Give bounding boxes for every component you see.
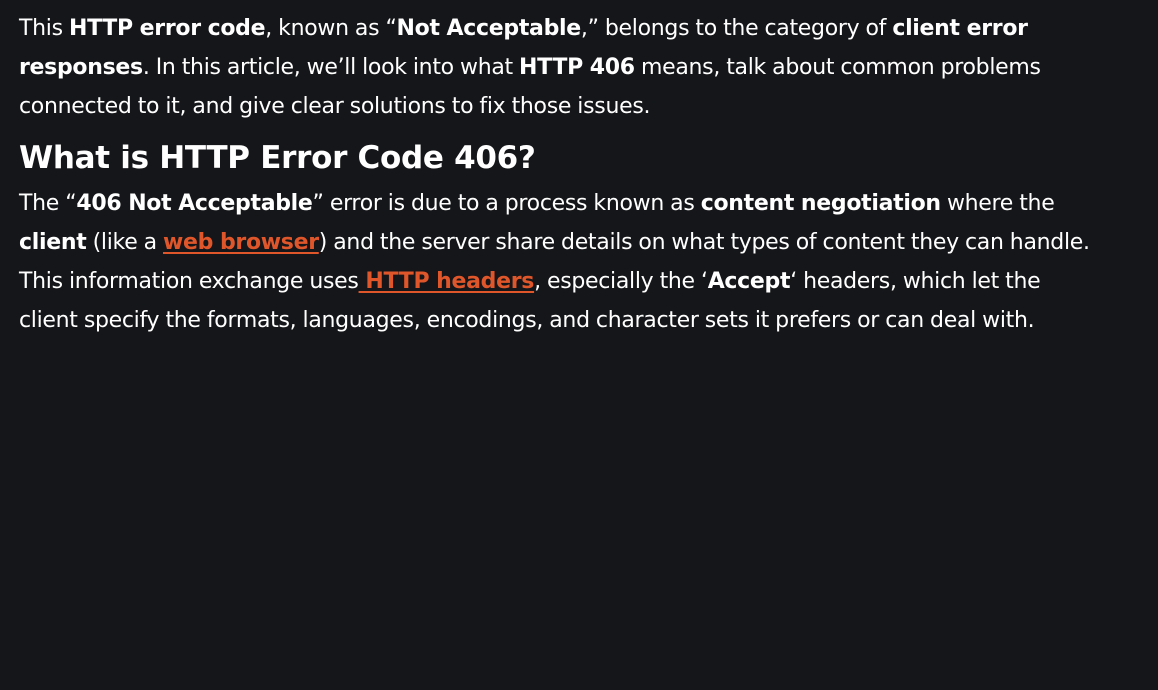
intro-bold-http-error-code: HTTP error code xyxy=(68,16,266,41)
body-text-6: , especially the ‘ xyxy=(534,269,708,294)
body-paragraph: The “406 Not Acceptable” error is due to… xyxy=(19,184,1099,340)
body-text-2: ” error is due to a process known as xyxy=(312,191,701,216)
intro-text-4: . In this article, we’ll look into what xyxy=(142,55,520,80)
intro-paragraph: This HTTP error code, known as “Not Acce… xyxy=(19,9,1099,126)
body-text-4: (like a xyxy=(86,230,163,255)
body-bold-content-negotiation: content negotiation xyxy=(700,191,941,216)
body-bold-406-not-acceptable: 406 Not Acceptable xyxy=(76,191,313,216)
section-heading: What is HTTP Error Code 406? xyxy=(19,140,536,176)
intro-text-2: , known as “ xyxy=(265,16,397,41)
article: This HTTP error code, known as “Not Acce… xyxy=(19,9,1099,340)
body-text-1: The “ xyxy=(19,191,77,216)
web-browser-link[interactable]: web browser xyxy=(163,230,319,255)
body-bold-accept: Accept xyxy=(707,269,791,294)
body-bold-client: client xyxy=(19,230,87,255)
intro-bold-not-acceptable: Not Acceptable xyxy=(396,16,582,41)
http-headers-link[interactable]: HTTP headers xyxy=(359,269,534,294)
intro-bold-http-406: HTTP 406 xyxy=(519,55,635,80)
intro-text-1: This xyxy=(19,16,69,41)
intro-text-3: ,” belongs to the category of xyxy=(580,16,893,41)
body-text-3: where the xyxy=(940,191,1055,216)
